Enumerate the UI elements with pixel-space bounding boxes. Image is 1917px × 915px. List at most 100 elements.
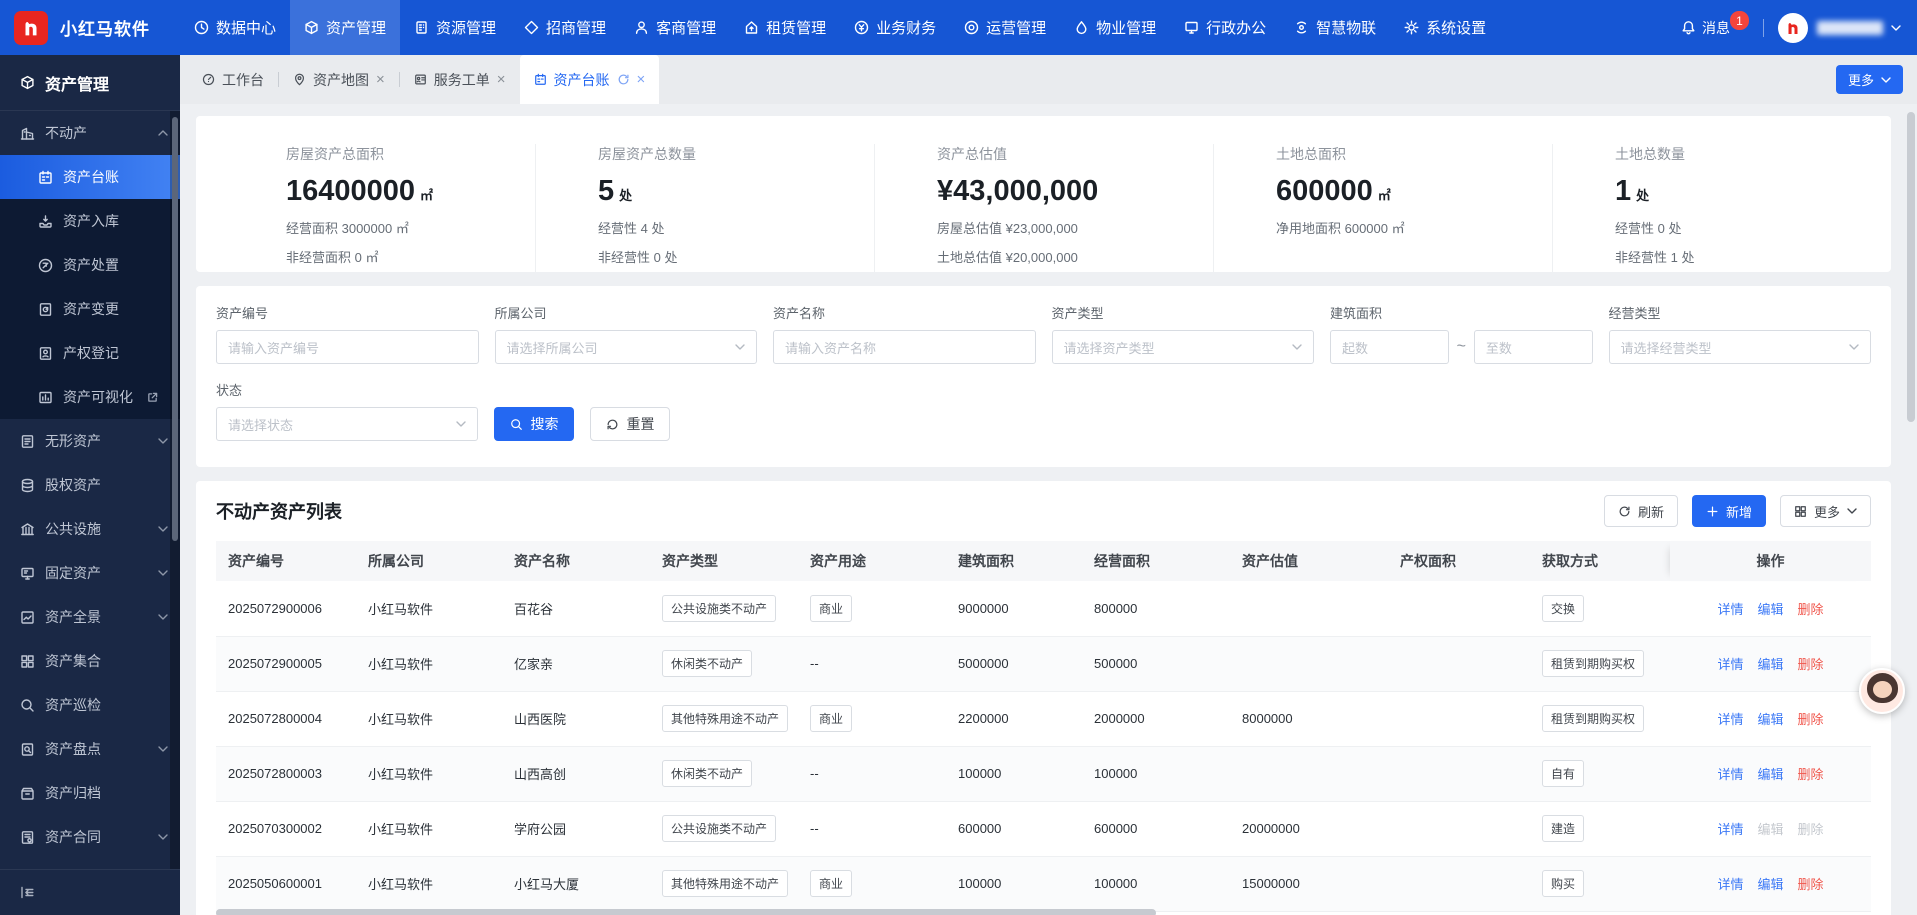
nav-system-settings[interactable]: 系统设置 [1390, 0, 1500, 55]
horizontal-scrollbar-thumb[interactable] [216, 909, 1156, 915]
delete-link[interactable]: 删除 [1798, 877, 1824, 892]
operation-type-select[interactable]: 请选择经营类型 [1609, 330, 1872, 364]
nav-operation-management[interactable]: 运营管理 [950, 0, 1060, 55]
sidebar-group-real-estate[interactable]: 不动产 [0, 111, 180, 155]
stat-land-total-count: 土地总数量 1处 经营性 0 处 非经营性 1 处 [1552, 144, 1891, 272]
status-select[interactable]: 请选择状态 [216, 407, 478, 441]
document-icon [20, 434, 35, 449]
house-icon [744, 20, 759, 35]
nav-business-finance[interactable]: 业务财务 [840, 0, 950, 55]
nav-data-center[interactable]: 数据中心 [180, 0, 290, 55]
inbound-icon [38, 214, 53, 229]
tabbar-more-button[interactable]: 更多 [1836, 65, 1903, 94]
nav-smart-iot[interactable]: 智慧物联 [1280, 0, 1390, 55]
refresh-button[interactable]: 刷新 [1604, 495, 1678, 527]
chevron-down-icon [735, 344, 745, 350]
sidebar-item-property-registration[interactable]: 产权登记 [0, 331, 180, 375]
edit-link[interactable]: 编辑 [1757, 602, 1783, 617]
user-avatar[interactable] [1778, 13, 1808, 43]
sidebar-item-asset-collection[interactable]: 资产集合 [0, 639, 180, 683]
sidebar-item-equity-assets[interactable]: 股权资产 [0, 463, 180, 507]
sidebar-item-intangible-assets[interactable]: 无形资产 [0, 419, 180, 463]
tab-asset-ledger[interactable]: 资产台账 × [520, 55, 660, 104]
nav-investment-management[interactable]: 招商管理 [510, 0, 620, 55]
add-button[interactable]: 新增 [1692, 495, 1766, 527]
detail-link[interactable]: 详情 [1717, 602, 1743, 617]
chevron-down-icon [1292, 344, 1302, 350]
reset-icon [606, 418, 619, 431]
delete-link[interactable]: 删除 [1798, 602, 1824, 617]
tab-workbench[interactable]: 工作台 [188, 55, 278, 104]
sidebar-item-asset-stocktake[interactable]: 资产盘点 [0, 727, 180, 771]
refresh-icon [1618, 505, 1631, 518]
sidebar-item-asset-ledger[interactable]: 资产台账 [0, 155, 180, 199]
sidebar-item-fixed-assets[interactable]: 固定资产 [0, 551, 180, 595]
sidebar-item-asset-disposal[interactable]: 资产处置 [0, 243, 180, 287]
close-tab-icon[interactable]: × [637, 72, 646, 87]
sidebar-item-asset-archive[interactable]: 资产归档 [0, 771, 180, 815]
detail-link[interactable]: 详情 [1717, 822, 1743, 837]
edit-link[interactable]: 编辑 [1757, 712, 1783, 727]
build-area-max-input[interactable]: 至数 [1474, 330, 1593, 364]
search-button[interactable]: 搜索 [494, 407, 574, 441]
sidebar-item-asset-visualization[interactable]: 资产可视化 [0, 375, 180, 419]
user-menu-caret-icon[interactable] [1891, 25, 1901, 31]
delete-link[interactable]: 删除 [1798, 712, 1824, 727]
edit-link[interactable]: 编辑 [1757, 657, 1783, 672]
table-row: 2025072800003 小红马软件 山西高创 休闲类不动产 -- 10000… [216, 746, 1871, 801]
table-row: 2025070300002 小红马软件 学府公园 公共设施类不动产 -- 600… [216, 801, 1871, 856]
page-scrollbar-thumb[interactable] [1907, 112, 1915, 422]
nav-property-management[interactable]: 物业管理 [1060, 0, 1170, 55]
sidebar-item-asset-panorama[interactable]: 资产全景 [0, 595, 180, 639]
stat-value: 5 [598, 175, 614, 207]
search-icon [510, 418, 523, 431]
build-area-min-input[interactable]: 起数 [1330, 330, 1449, 364]
assistant-avatar[interactable] [1859, 668, 1905, 714]
divider [1763, 19, 1764, 37]
asset-type-select[interactable]: 请选择资产类型 [1052, 330, 1315, 364]
list-more-button[interactable]: 更多 [1780, 495, 1871, 527]
usage-tag: 商业 [810, 705, 852, 732]
nav-asset-management[interactable]: 资产管理 [290, 0, 400, 55]
cube-icon [304, 20, 319, 35]
detail-link[interactable]: 详情 [1717, 877, 1743, 892]
asset-type-tag: 其他特殊用途不动产 [662, 870, 788, 897]
sidebar-item-asset-inbound[interactable]: 资产入库 [0, 199, 180, 243]
topbar-right: 消息 1 [1681, 13, 1917, 43]
tab-asset-map[interactable]: 资产地图 × [279, 55, 399, 104]
nav-customer-management[interactable]: 客商管理 [620, 0, 730, 55]
close-tab-icon[interactable]: × [497, 72, 506, 87]
detail-link[interactable]: 详情 [1717, 712, 1743, 727]
sidebar-item-asset-change[interactable]: 资产变更 [0, 287, 180, 331]
nav-administration[interactable]: 行政办公 [1170, 0, 1280, 55]
ledger-icon [38, 170, 53, 185]
delete-link[interactable]: 删除 [1798, 657, 1824, 672]
nav-lease-management[interactable]: 租赁管理 [730, 0, 840, 55]
sidebar-item-public-facilities[interactable]: 公共设施 [0, 507, 180, 551]
close-tab-icon[interactable]: × [376, 72, 385, 87]
stat-subline: 经营面积 3000000 ㎡ [286, 218, 535, 237]
detail-link[interactable]: 详情 [1717, 657, 1743, 672]
sidebar-item-asset-inspection[interactable]: 资产巡检 [0, 683, 180, 727]
stat-subline: 经营性 0 处 [1615, 218, 1891, 237]
sidebar-item-asset-contract[interactable]: 资产合同 [0, 815, 180, 859]
tab-service-order[interactable]: 服务工单 × [400, 55, 520, 104]
edit-link[interactable]: 编辑 [1757, 767, 1783, 782]
sidebar-collapse-button[interactable] [0, 869, 180, 915]
username-redacted[interactable] [1817, 21, 1883, 35]
delete-link[interactable]: 删除 [1798, 767, 1824, 782]
asset-name-input[interactable]: 请输入资产名称 [773, 330, 1036, 364]
refresh-tab-icon[interactable] [617, 73, 630, 86]
sidebar-scrollbar-thumb[interactable] [172, 117, 178, 541]
acquire-tag: 租赁到期购买权 [1542, 650, 1644, 677]
nav-resource-management[interactable]: 资源管理 [400, 0, 510, 55]
building-icon [414, 20, 429, 35]
detail-link[interactable]: 详情 [1717, 767, 1743, 782]
messages-button[interactable]: 消息 1 [1681, 18, 1749, 38]
sidebar-scrollbar[interactable] [170, 111, 180, 869]
reset-button[interactable]: 重置 [590, 407, 670, 441]
asset-code-input[interactable]: 请输入资产编号 [216, 330, 479, 364]
avatar-horse-icon [1784, 19, 1802, 37]
company-select[interactable]: 请选择所属公司 [495, 330, 758, 364]
edit-link[interactable]: 编辑 [1757, 877, 1783, 892]
